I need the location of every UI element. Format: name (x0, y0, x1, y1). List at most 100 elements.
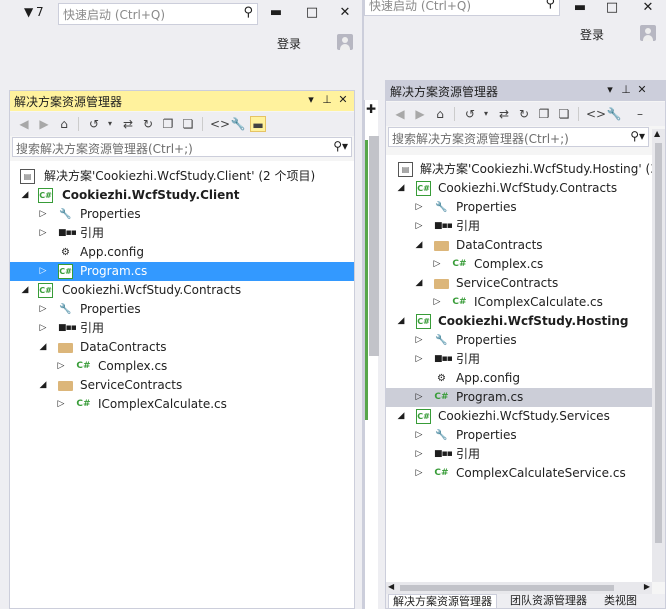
tree-item-app-config[interactable]: ⚙ App.config (386, 369, 652, 388)
expanded-arrow-icon[interactable]: ◢ (414, 274, 424, 293)
tree-item-properties[interactable]: ▷ 🔧 Properties (10, 300, 354, 319)
tree-item-project-hosting[interactable]: ◢ C# Cookiezhi.WcfStudy.Hosting (386, 312, 652, 331)
collapsed-arrow-icon[interactable]: ▷ (414, 198, 424, 217)
collapsed-arrow-icon[interactable]: ▷ (38, 300, 48, 319)
show-all-files-icon[interactable]: ❏ (180, 116, 196, 132)
scroll-left-icon[interactable]: ◀ (388, 582, 394, 591)
collapsed-arrow-icon[interactable]: ▷ (414, 388, 424, 407)
tree-item-project-client[interactable]: ◢ C# Cookiezhi.WcfStudy.Client (10, 186, 354, 205)
tree-item-program-cs[interactable]: ▷ C# Program.cs (386, 388, 652, 407)
scrollbar-thumb[interactable] (369, 136, 379, 356)
collapsed-arrow-icon[interactable]: ▷ (56, 357, 66, 376)
panel-title-bar[interactable]: 解决方案资源管理器 ▾ ⊥ ✕ (386, 81, 665, 101)
expanded-arrow-icon[interactable]: ◢ (396, 312, 406, 331)
expanded-arrow-icon[interactable]: ◢ (414, 236, 424, 255)
tree-item-project-contracts[interactable]: ◢ C# Cookiezhi.WcfStudy.Contracts (10, 281, 354, 300)
chevron-down-icon[interactable]: ▾ (478, 106, 494, 122)
tree-item-properties[interactable]: ▷ 🔧 Properties (10, 205, 354, 224)
tree-item-program-cs[interactable]: ▷ C# Program.cs (10, 262, 354, 281)
scroll-up-icon[interactable]: ▲ (654, 129, 660, 138)
tab-team-explorer[interactable]: 团队资源管理器 (506, 594, 591, 608)
login-link[interactable]: 登录 (580, 26, 604, 43)
close-button[interactable]: ✕ (335, 3, 355, 23)
maximize-button[interactable]: □ (302, 3, 322, 23)
avatar[interactable] (337, 34, 353, 50)
tree-item-properties[interactable]: ▷ 🔧 Properties (386, 331, 652, 350)
tree-item-datacontracts[interactable]: ◢ DataContracts (386, 236, 652, 255)
close-icon[interactable]: ✕ (635, 83, 649, 96)
tree-item-references[interactable]: ▷ ■▪▪ 引用 (10, 224, 354, 243)
tree-item-servicecontracts[interactable]: ◢ ServiceContracts (10, 376, 354, 395)
show-all-files-icon[interactable]: ❏ (556, 106, 572, 122)
scroll-right-icon[interactable]: ▶ (644, 582, 650, 591)
pin-icon[interactable]: ⊥ (619, 83, 633, 96)
filter-icon[interactable]: ▼ (24, 5, 33, 19)
collapsed-arrow-icon[interactable]: ▷ (38, 224, 48, 243)
collapsed-arrow-icon[interactable]: ▷ (414, 426, 424, 445)
expanded-arrow-icon[interactable]: ◢ (396, 179, 406, 198)
tab-solution-explorer[interactable]: 解决方案资源管理器 (388, 594, 497, 608)
sync-icon[interactable]: ⇄ (496, 106, 512, 122)
history-icon[interactable]: ↺ (86, 116, 102, 132)
tree-item-properties[interactable]: ▷ 🔧 Properties (386, 426, 652, 445)
tree-item-icomplexcalculate-cs[interactable]: ▷ C# IComplexCalculate.cs (10, 395, 354, 414)
collapse-all-icon[interactable]: ❐ (536, 106, 552, 122)
tree-item-complex-cs[interactable]: ▷ C# Complex.cs (10, 357, 354, 376)
collapsed-arrow-icon[interactable]: ▷ (414, 331, 424, 350)
vertical-scrollbar[interactable]: ▲ (652, 129, 665, 582)
collapsed-arrow-icon[interactable]: ▷ (414, 445, 424, 464)
minimize-button[interactable]: ▬ (266, 3, 286, 23)
preview-icon[interactable]: ▬ (250, 116, 266, 132)
collapsed-arrow-icon[interactable]: ▷ (414, 217, 424, 236)
forward-icon[interactable]: ▶ (36, 116, 52, 132)
panel-title-bar[interactable]: 解决方案资源管理器 ▾ ⊥ ✕ (10, 91, 354, 111)
avatar[interactable] (640, 25, 656, 41)
expand-icon[interactable]: ✚ (366, 102, 376, 116)
expanded-arrow-icon[interactable]: ◢ (38, 338, 48, 357)
maximize-button[interactable]: □ (602, 0, 622, 18)
refresh-icon[interactable]: ↻ (140, 116, 156, 132)
scrollbar-thumb[interactable] (655, 143, 662, 543)
collapsed-arrow-icon[interactable]: ▷ (432, 255, 442, 274)
tree-item-project-services[interactable]: ◢ C# Cookiezhi.WcfStudy.Services (386, 407, 652, 426)
collapsed-arrow-icon[interactable]: ▷ (414, 464, 424, 483)
collapsed-arrow-icon[interactable]: ▷ (432, 293, 442, 312)
quick-launch-input[interactable]: 快速启动 (Ctrl+Q) ⚲ (364, 0, 560, 16)
tree-item-properties[interactable]: ▷ 🔧 Properties (386, 198, 652, 217)
tree-item-complexcalculateservice-cs[interactable]: ▷ C# ComplexCalculateService.cs (386, 464, 652, 483)
sync-icon[interactable]: ⇄ (120, 116, 136, 132)
home-icon[interactable]: ⌂ (432, 106, 448, 122)
collapsed-arrow-icon[interactable]: ▷ (38, 205, 48, 224)
back-icon[interactable]: ◀ (392, 106, 408, 122)
tree-item-datacontracts[interactable]: ◢ DataContracts (10, 338, 354, 357)
expanded-arrow-icon[interactable]: ◢ (396, 407, 406, 426)
minimize-button[interactable]: ▬ (570, 0, 590, 18)
quick-launch-input[interactable]: 快速启动 (Ctrl+Q) ⚲ (58, 3, 258, 25)
tree-item-references[interactable]: ▷ ■▪▪ 引用 (386, 217, 652, 236)
tree-item-solution[interactable]: ▤ 解决方案'Cookiezhi.WcfStudy.Client' (2 个项目… (10, 167, 354, 186)
close-icon[interactable]: ✕ (336, 93, 350, 106)
expanded-arrow-icon[interactable]: ◢ (20, 186, 30, 205)
refresh-icon[interactable]: ↻ (516, 106, 532, 122)
tree-item-references[interactable]: ▷ ■▪▪ 引用 (386, 445, 652, 464)
scrollbar-thumb[interactable] (400, 585, 614, 591)
tree-item-app-config[interactable]: ⚙ App.config (10, 243, 354, 262)
chevron-down-icon[interactable]: ▾ (102, 116, 118, 132)
collapsed-arrow-icon[interactable]: ▷ (38, 262, 48, 281)
properties-wrench-icon[interactable]: 🔧 (606, 106, 622, 122)
collapsed-arrow-icon[interactable]: ▷ (38, 319, 48, 338)
tree-item-references[interactable]: ▷ ■▪▪ 引用 (10, 319, 354, 338)
pin-icon[interactable]: ⊥ (320, 93, 334, 106)
tree-item-complex-cs[interactable]: ▷ C# Complex.cs (386, 255, 652, 274)
collapsed-arrow-icon[interactable]: ▷ (414, 350, 424, 369)
tree-item-project-contracts[interactable]: ◢ C# Cookiezhi.WcfStudy.Contracts (386, 179, 652, 198)
home-icon[interactable]: ⌂ (56, 116, 72, 132)
back-icon[interactable]: ◀ (16, 116, 32, 132)
close-button[interactable]: ✕ (638, 0, 658, 18)
forward-icon[interactable]: ▶ (412, 106, 428, 122)
expanded-arrow-icon[interactable]: ◢ (20, 281, 30, 300)
tree-item-icomplexcalculate-cs[interactable]: ▷ C# IComplexCalculate.cs (386, 293, 652, 312)
login-link[interactable]: 登录 (277, 35, 301, 52)
dropdown-icon[interactable]: ▾ (603, 83, 617, 96)
tab-class-view[interactable]: 类视图 (600, 594, 641, 608)
